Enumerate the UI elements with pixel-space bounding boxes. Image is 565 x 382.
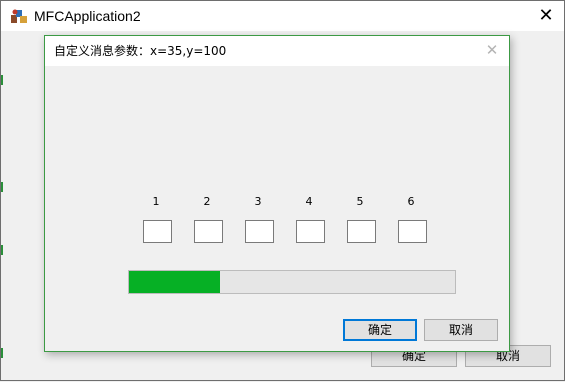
number-label-6: 6 <box>407 195 415 208</box>
number-label-3: 3 <box>254 195 262 208</box>
progress-bar <box>128 270 456 294</box>
main-titlebar: MFCApplication2 ✕ <box>1 1 564 31</box>
close-icon: ✕ <box>538 5 554 26</box>
edge-mark <box>1 75 3 85</box>
main-close-button[interactable]: ✕ <box>528 1 564 31</box>
main-window-title: MFCApplication2 <box>34 8 141 24</box>
dialog-ok-button[interactable]: 确定 <box>343 319 417 341</box>
custom-message-dialog: 自定义消息参数：x=35,y=100 ✕ 1 2 3 4 5 6 确定 取消 <box>44 35 510 352</box>
edge-mark <box>1 182 3 192</box>
dialog-close-button[interactable]: ✕ <box>483 41 501 59</box>
dialog-cancel-button[interactable]: 取消 <box>424 319 498 341</box>
number-label-1: 1 <box>152 195 160 208</box>
app-icon <box>11 9 27 23</box>
progress-bar-fill <box>129 271 220 293</box>
number-label-5: 5 <box>356 195 364 208</box>
number-input-4[interactable] <box>296 220 325 243</box>
number-input-1[interactable] <box>143 220 172 243</box>
edge-mark <box>1 245 3 255</box>
number-input-2[interactable] <box>194 220 223 243</box>
number-input-6[interactable] <box>398 220 427 243</box>
edge-mark <box>1 348 3 358</box>
close-icon: ✕ <box>485 41 499 59</box>
number-input-3[interactable] <box>245 220 274 243</box>
dialog-title: 自定义消息参数：x=35,y=100 <box>54 44 227 58</box>
left-edge-marks <box>1 31 3 382</box>
number-label-4: 4 <box>305 195 313 208</box>
dialog-titlebar: 自定义消息参数：x=35,y=100 ✕ <box>45 36 509 66</box>
number-input-5[interactable] <box>347 220 376 243</box>
number-label-2: 2 <box>203 195 211 208</box>
